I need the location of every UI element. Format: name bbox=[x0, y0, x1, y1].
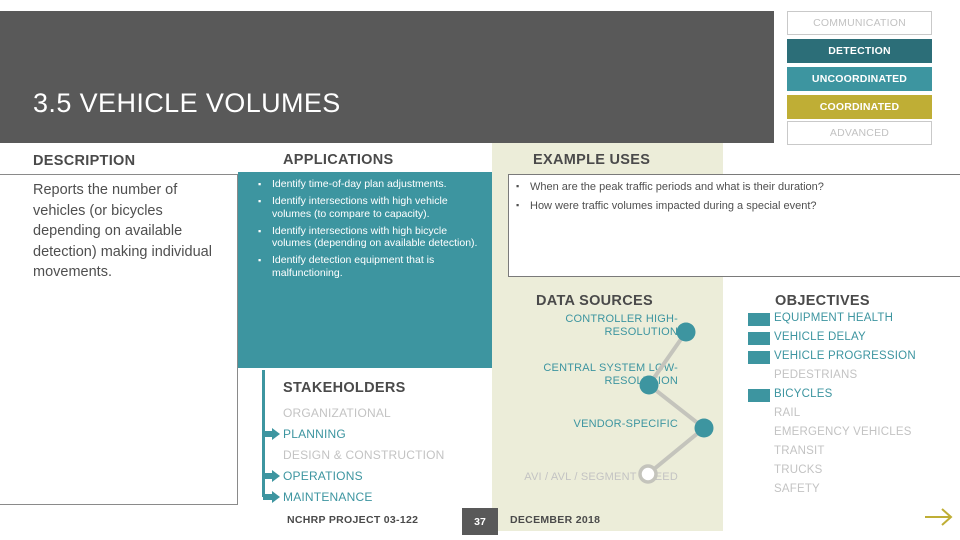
stakeholder-item-label: PLANNING bbox=[283, 426, 346, 441]
example-use-item: ▪ When are the peak traffic periods and w… bbox=[516, 180, 960, 195]
bullet-icon: ▪ bbox=[258, 196, 262, 207]
applications-heading: APPLICATIONS bbox=[283, 152, 394, 168]
application-item-label: Identify detection equipment that is mal… bbox=[272, 254, 435, 280]
objective-active-marker bbox=[748, 313, 770, 326]
description-heading: DESCRIPTION bbox=[33, 153, 136, 169]
data-source-node-1 bbox=[676, 322, 696, 342]
maturity-label-detection[interactable]: DETECTION bbox=[787, 39, 932, 63]
application-item-label: Identify intersections with high bicycle… bbox=[272, 224, 478, 250]
maturity-label-uncoordinated[interactable]: UNCOORDINATED bbox=[787, 67, 932, 91]
objective-item-label: SAFETY bbox=[774, 483, 820, 495]
application-item: ▪ Identify intersections with high vehicl… bbox=[258, 195, 486, 221]
application-item-label: Identify intersections with high vehicle… bbox=[272, 195, 448, 220]
stakeholders-list: ORGANIZATIONAL PLANNING DESIGN & CONSTRUCT… bbox=[263, 402, 488, 507]
example-uses-heading: EXAMPLE USES bbox=[533, 152, 651, 168]
objective-item-trucks[interactable]: TRUCKS bbox=[774, 464, 960, 478]
stakeholders-heading: STAKEHOLDERS bbox=[283, 380, 406, 396]
applications-list: ▪ Identify time-of-day plan adjustments. ▪… bbox=[258, 178, 486, 284]
stakeholder-item-planning[interactable]: PLANNING bbox=[263, 423, 488, 444]
arrow-right-icon bbox=[263, 469, 280, 482]
data-source-node-4 bbox=[638, 464, 658, 484]
objective-item-transit[interactable]: TRANSIT bbox=[774, 445, 960, 459]
objective-item-label: BICYCLES bbox=[774, 388, 833, 400]
slide: 3.5 VEHICLE VOLUMES COMMUNICATION DETECTI… bbox=[0, 0, 960, 540]
footer-project: NCHRP PROJECT 03-122 bbox=[287, 514, 419, 526]
data-sources-diagram: CONTROLLER HIGH-RESOLUTION CENTRAL SYSTEM… bbox=[500, 305, 730, 505]
example-use-item-label: How were traffic volumes impacted during… bbox=[530, 199, 817, 212]
arrow-right-icon bbox=[263, 490, 280, 503]
objective-active-marker bbox=[748, 389, 770, 402]
objective-item-label: EMERGENCY VEHICLES bbox=[774, 426, 912, 438]
bullet-icon: ▪ bbox=[258, 179, 262, 189]
application-item: ▪ Identify intersections with high bicycl… bbox=[258, 225, 486, 251]
next-arrow-icon[interactable] bbox=[924, 505, 954, 529]
objective-item-emergency-vehicles[interactable]: EMERGENCY VEHICLES bbox=[774, 426, 960, 440]
objective-item-rail[interactable]: RAIL bbox=[774, 407, 960, 421]
objective-item-label: TRUCKS bbox=[774, 464, 823, 476]
objective-item-label: PEDESTRIANS bbox=[774, 369, 858, 381]
data-source-node-2 bbox=[639, 375, 659, 395]
stakeholder-item-operations[interactable]: OPERATIONS bbox=[263, 465, 488, 486]
objective-active-marker bbox=[748, 332, 770, 345]
example-use-item: ▪ How were traffic volumes impacted durin… bbox=[516, 199, 960, 214]
objective-item-label: RAIL bbox=[774, 407, 801, 419]
page-title: 3.5 VEHICLE VOLUMES bbox=[33, 88, 341, 118]
objective-item-label: VEHICLE DELAY bbox=[774, 331, 866, 343]
data-sources-connector-graph bbox=[638, 322, 714, 484]
objective-item-vehicle-progression[interactable]: VEHICLE PROGRESSION bbox=[748, 350, 960, 364]
objective-item-safety[interactable]: SAFETY bbox=[774, 483, 960, 497]
footer-date: DECEMBER 2018 bbox=[510, 514, 601, 526]
objective-item-bicycles[interactable]: BICYCLES bbox=[748, 388, 960, 402]
data-source-node-3 bbox=[694, 418, 714, 438]
bullet-icon: ▪ bbox=[258, 255, 262, 266]
stakeholder-item-label: MAINTENANCE bbox=[283, 489, 373, 504]
application-item: ▪ Identify detection equipment that is ma… bbox=[258, 254, 486, 280]
maturity-label-coordinated[interactable]: COORDINATED bbox=[787, 95, 932, 119]
example-uses-list: ▪ When are the peak traffic periods and w… bbox=[516, 180, 960, 218]
objective-active-marker bbox=[748, 351, 770, 364]
maturity-label-advanced[interactable]: ADVANCED bbox=[787, 121, 932, 145]
bullet-icon: ▪ bbox=[516, 181, 520, 191]
stakeholder-item-label: ORGANIZATIONAL bbox=[283, 405, 391, 420]
page-number-badge: 37 bbox=[462, 508, 498, 535]
objective-item-equipment-health[interactable]: EQUIPMENT HEALTH bbox=[748, 312, 960, 326]
stakeholder-item-maintenance[interactable]: MAINTENANCE bbox=[263, 486, 488, 507]
objective-item-label: EQUIPMENT HEALTH bbox=[774, 312, 894, 324]
objectives-heading: OBJECTIVES bbox=[775, 293, 870, 309]
arrow-right-icon bbox=[263, 427, 280, 440]
objectives-list: EQUIPMENT HEALTH VEHICLE DELAY VEHICLE PRO… bbox=[748, 312, 960, 502]
stakeholder-item-organizational[interactable]: ORGANIZATIONAL bbox=[283, 402, 488, 423]
application-item: ▪ Identify time-of-day plan adjustments. bbox=[258, 178, 486, 191]
objective-item-pedestrians[interactable]: PEDESTRIANS bbox=[774, 369, 960, 383]
stakeholder-item-label: DESIGN & CONSTRUCTION bbox=[283, 447, 445, 462]
example-use-item-label: When are the peak traffic periods and wh… bbox=[530, 181, 824, 193]
objective-item-vehicle-delay[interactable]: VEHICLE DELAY bbox=[748, 331, 960, 345]
maturity-label-communication[interactable]: COMMUNICATION bbox=[787, 11, 932, 35]
header-band bbox=[0, 11, 774, 143]
objective-item-label: VEHICLE PROGRESSION bbox=[774, 350, 916, 362]
bullet-icon: ▪ bbox=[258, 225, 262, 236]
objective-item-label: TRANSIT bbox=[774, 445, 825, 457]
stakeholder-item-label: OPERATIONS bbox=[283, 468, 363, 483]
application-item-label: Identify time-of-day plan adjustments. bbox=[272, 178, 447, 190]
stakeholder-item-design-construction[interactable]: DESIGN & CONSTRUCTION bbox=[283, 444, 488, 465]
bullet-icon: ▪ bbox=[516, 199, 520, 210]
description-text: Reports the number of vehicles (or bicyc… bbox=[33, 182, 212, 281]
